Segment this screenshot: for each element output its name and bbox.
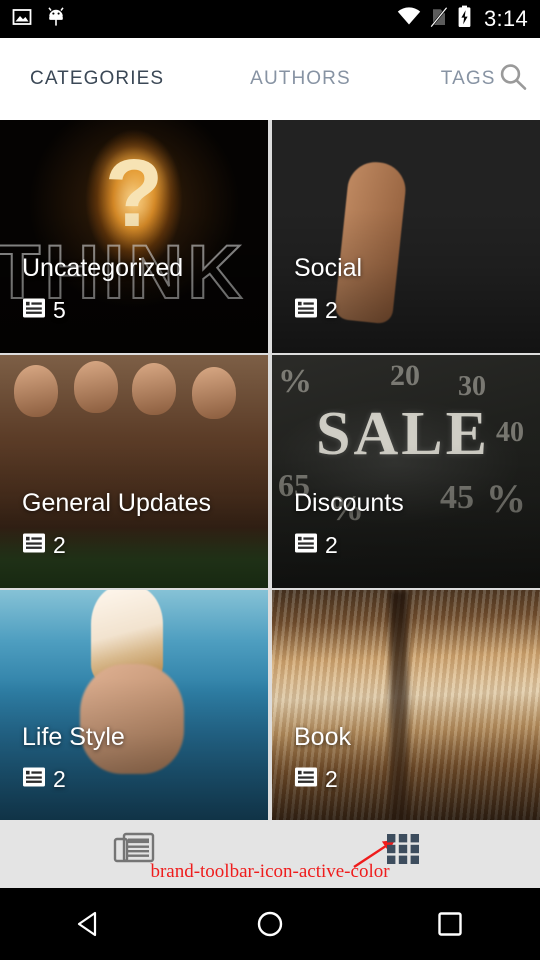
home-button[interactable] (242, 907, 298, 941)
card-meta: 2 (294, 765, 540, 794)
article-count-icon (294, 765, 318, 794)
status-bar-left-icons (12, 6, 66, 33)
card-meta: 2 (22, 531, 268, 560)
article-count-icon (22, 531, 46, 560)
recents-button[interactable] (422, 907, 478, 941)
card-body: Discounts 2 (272, 488, 540, 589)
card-title: Uncategorized (22, 253, 184, 282)
tab-categories[interactable]: CATEGORIES (30, 68, 164, 90)
card-article-count: 2 (325, 532, 338, 558)
bottom-toolbar: brand-toolbar-icon-active-color (0, 820, 540, 888)
tab-bar: CATEGORIES AUTHORS TAGS (0, 38, 540, 120)
article-count-icon (22, 765, 46, 794)
card-article-count: 2 (53, 766, 66, 792)
category-card-life-style[interactable]: Life Style 2 (0, 590, 268, 820)
app-screen: 3:14 CATEGORIES AUTHORS TAGS ? THINK (0, 0, 540, 960)
status-bar: 3:14 (0, 0, 540, 38)
card-meta: 2 (294, 296, 540, 325)
card-meta: 2 (294, 531, 540, 560)
category-grid: ? THINK Uncategorized (0, 120, 540, 820)
article-count-icon (294, 531, 318, 560)
category-card-social[interactable]: Social 2 (272, 120, 540, 353)
card-body: Life Style 2 (0, 722, 268, 821)
tab-tags[interactable]: TAGS (441, 68, 496, 90)
card-meta: 5 (22, 296, 268, 325)
category-card-uncategorized[interactable]: ? THINK Uncategorized (0, 120, 268, 353)
card-article-count: 2 (325, 297, 338, 323)
status-bar-right-icons: 3:14 (397, 5, 528, 33)
system-navigation-bar (0, 888, 540, 960)
annotation-label: brand-toolbar-icon-active-color (150, 861, 390, 882)
search-icon (496, 60, 530, 99)
battery-charging-icon (457, 5, 472, 33)
card-title: Discounts (294, 488, 404, 517)
article-count-icon (294, 296, 318, 325)
back-button[interactable] (62, 907, 118, 941)
card-body: Social 2 (272, 253, 540, 354)
card-title: Social (294, 253, 363, 282)
tab-authors[interactable]: AUTHORS (250, 68, 351, 90)
card-meta: 2 (22, 765, 268, 794)
card-article-count: 2 (325, 766, 338, 792)
card-body: General Updates 2 (0, 488, 268, 589)
wifi-icon (397, 7, 421, 31)
card-title: Book (294, 722, 351, 751)
card-article-count: 5 (53, 297, 66, 323)
category-card-discounts[interactable]: SALE % 20 30 40 65 45 % % Discounts (272, 355, 540, 588)
status-bar-clock: 3:14 (483, 6, 528, 31)
screenshot-icon (12, 7, 32, 32)
article-count-icon (22, 296, 46, 325)
search-button[interactable] (496, 60, 530, 99)
card-title: Life Style (22, 722, 125, 751)
card-body: Book 2 (272, 722, 540, 821)
android-debug-icon (46, 6, 66, 33)
card-article-count: 2 (53, 532, 66, 558)
card-body: Uncategorized 5 (0, 253, 268, 354)
category-card-book[interactable]: Book 2 (272, 590, 540, 820)
card-title: General Updates (22, 488, 212, 517)
no-sim-icon (430, 6, 448, 33)
category-card-general-updates[interactable]: General Updates 2 (0, 355, 268, 588)
